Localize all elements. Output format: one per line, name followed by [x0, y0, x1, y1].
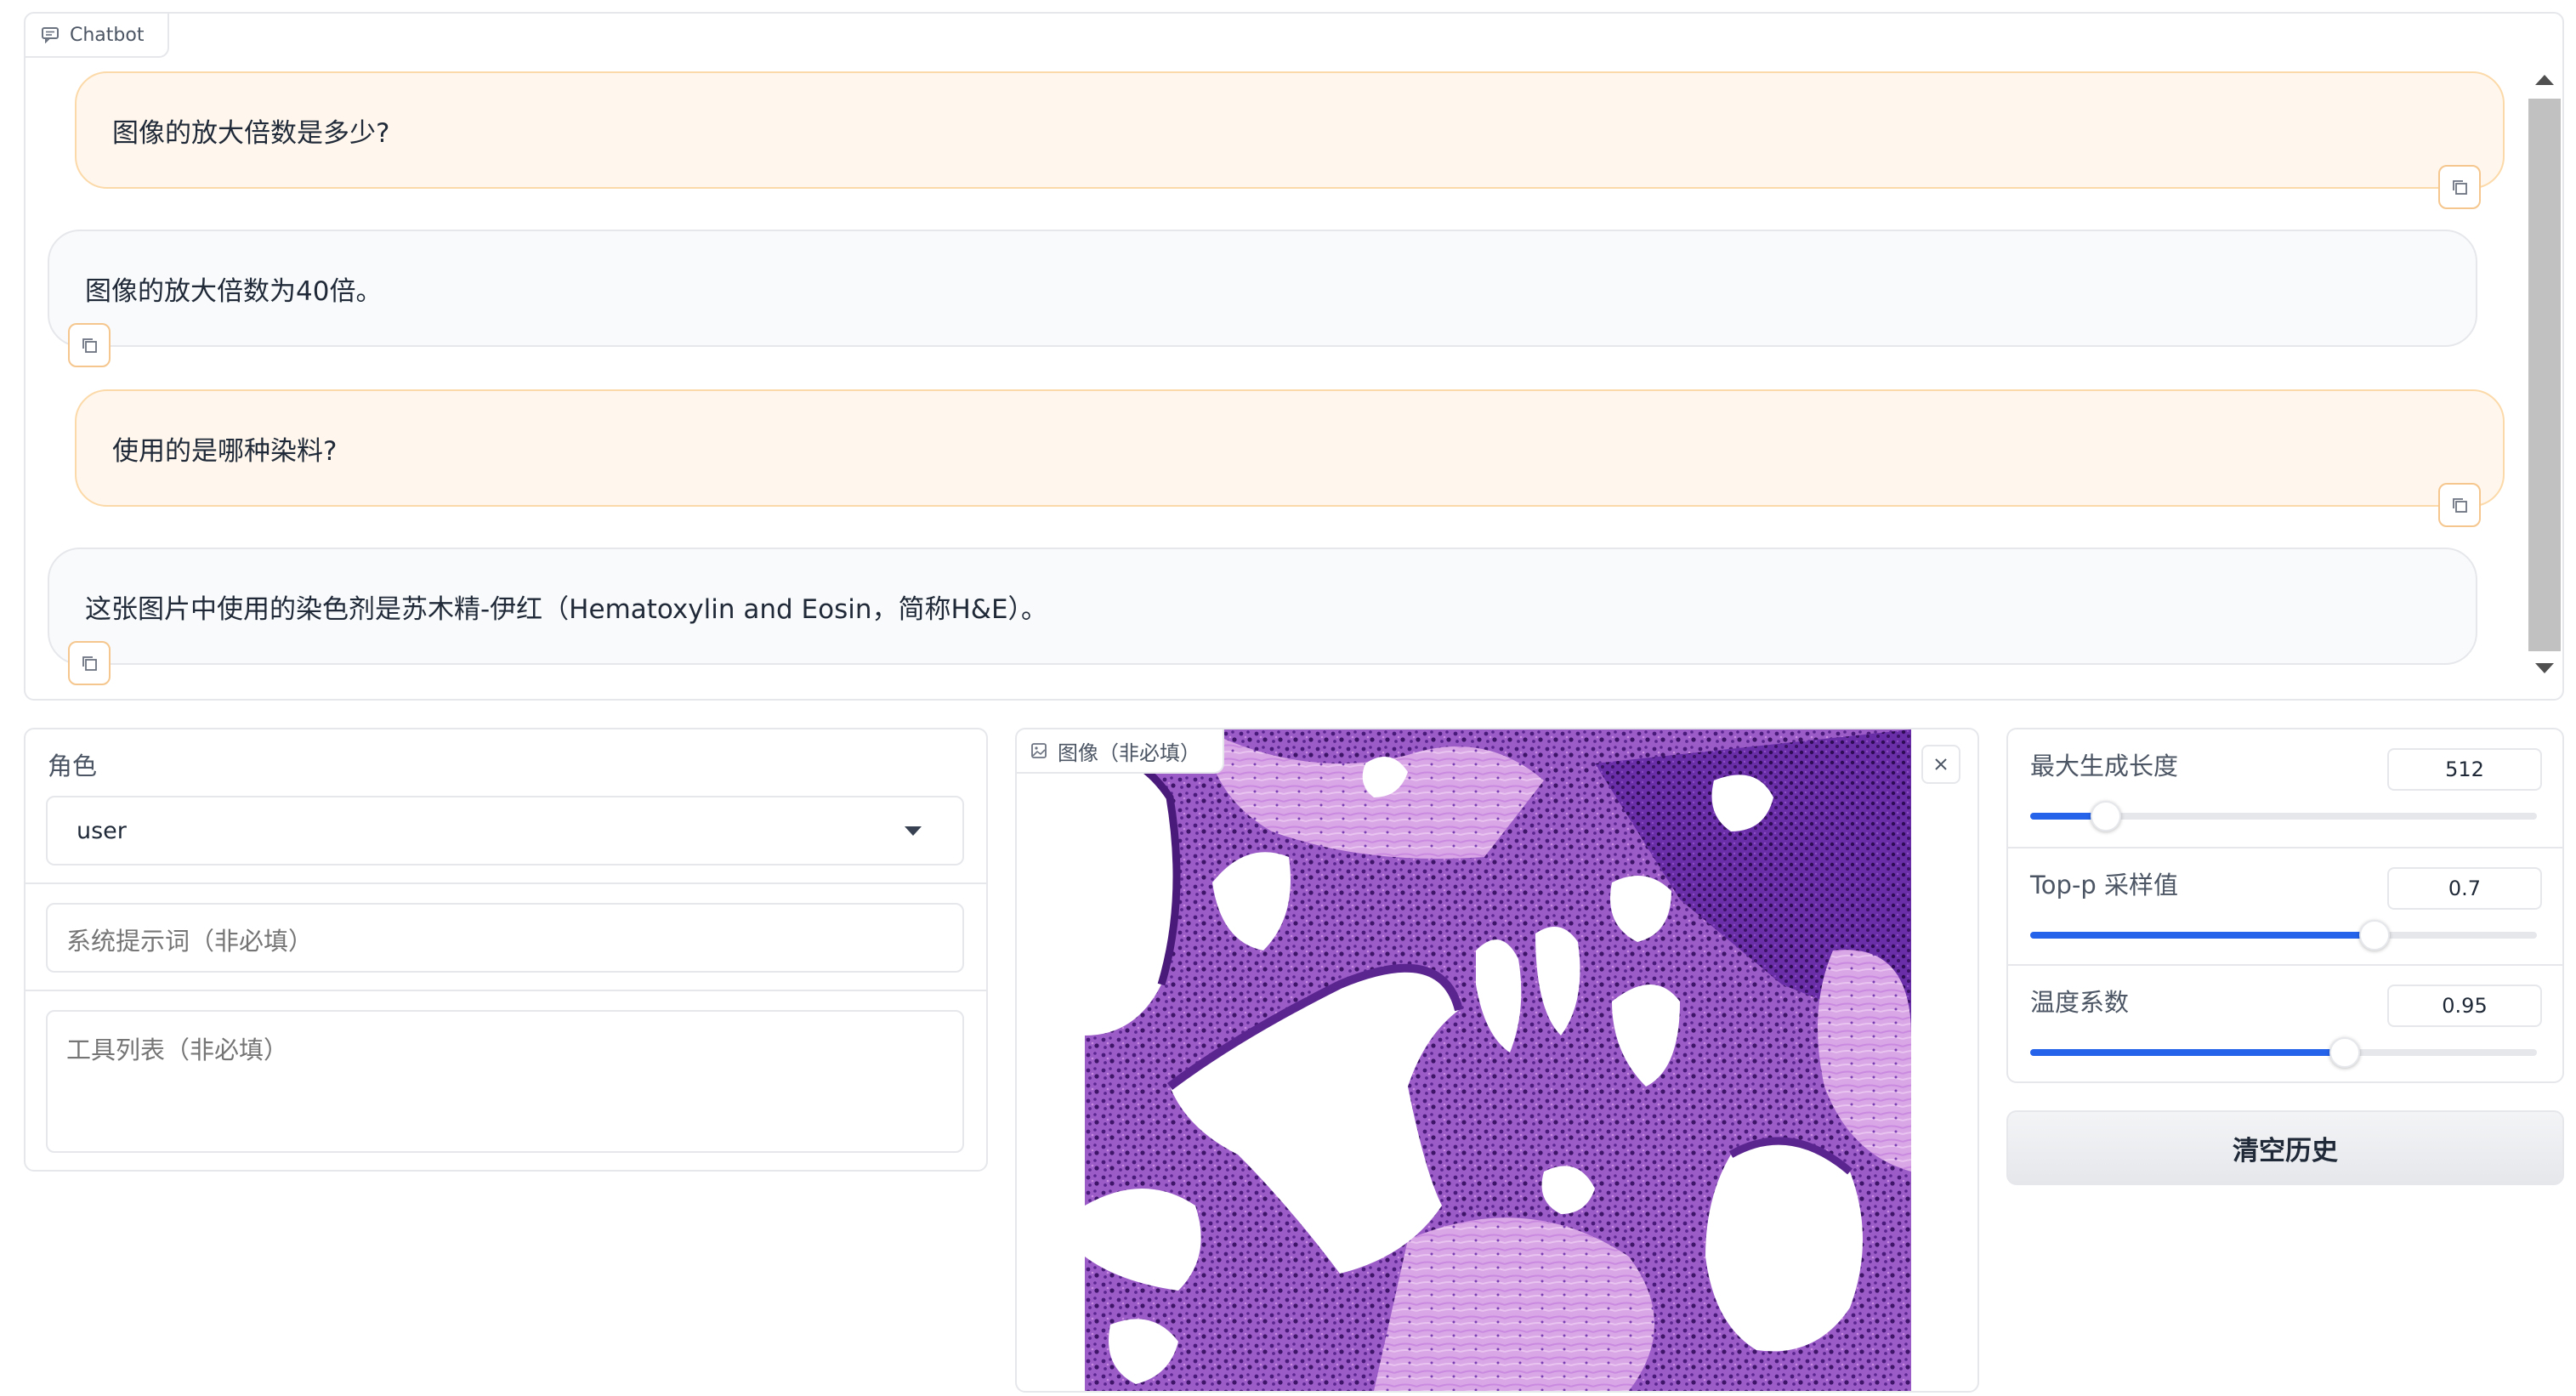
top-p-setting: Top-p 采样值 0.7: [2008, 848, 2562, 966]
top-p-slider[interactable]: [2030, 920, 2537, 951]
clear-image-button[interactable]: [1921, 745, 1960, 784]
top-p-label: Top-p 采样值: [2030, 871, 2179, 899]
max-length-slider[interactable]: [2030, 801, 2537, 831]
max-length-setting: 最大生成长度 512: [2008, 729, 2562, 847]
chat-bubble-icon: [42, 27, 59, 43]
temperature-slider[interactable]: [2030, 1037, 2537, 1068]
divider: [26, 882, 986, 884]
temperature-setting: 温度系数 0.95: [2008, 966, 2562, 1083]
assistant-message: 这张图片中使用的染色剂是苏木精-伊红（Hematoxylin and Eosin…: [48, 548, 2477, 665]
copy-button[interactable]: [2438, 483, 2481, 527]
scroll-up-icon[interactable]: [2535, 75, 2554, 85]
generation-settings-panel: 最大生成长度 512 Top-p 采样值 0.7 温度系数 0.95: [2006, 728, 2564, 1083]
copy-button[interactable]: [68, 641, 111, 685]
close-icon: [1935, 758, 1947, 770]
chatbot-panel: Chatbot 图像的放大倍数是多少? 图像的放大倍数为40倍。 使用的是哪种染…: [24, 12, 2564, 701]
assistant-message: 图像的放大倍数为40倍。: [48, 230, 2477, 347]
image-icon: [1031, 743, 1047, 758]
slider-thumb[interactable]: [2359, 920, 2391, 951]
slider-fill: [2030, 1049, 2345, 1056]
temperature-input[interactable]: 0.95: [2387, 985, 2542, 1027]
copy-icon: [82, 338, 97, 353]
system-prompt-input[interactable]: [46, 903, 964, 973]
chatbot-label-text: Chatbot: [70, 24, 145, 46]
temperature-label: 温度系数: [2030, 988, 2130, 1017]
slider-fill: [2030, 932, 2375, 939]
top-p-input[interactable]: 0.7: [2387, 867, 2542, 910]
chatbot-label: Chatbot: [26, 14, 170, 58]
histology-image: [1085, 729, 1911, 1391]
tools-list-input[interactable]: [46, 1010, 964, 1153]
copy-icon: [2453, 498, 2467, 513]
slider-thumb[interactable]: [2091, 801, 2122, 831]
copy-icon: [2453, 180, 2467, 195]
message-text: 图像的放大倍数是多少?: [112, 117, 390, 149]
user-message: 使用的是哪种染料?: [75, 389, 2505, 507]
scroll-down-icon[interactable]: [2535, 663, 2554, 673]
max-length-label: 最大生成长度: [2030, 752, 2179, 780]
role-dropdown[interactable]: user: [46, 796, 964, 865]
image-upload-panel[interactable]: 图像（非必填）: [1015, 728, 1979, 1393]
copy-button[interactable]: [2438, 165, 2481, 209]
user-message: 图像的放大倍数是多少?: [75, 71, 2505, 189]
message-text: 图像的放大倍数为40倍。: [85, 275, 383, 307]
image-label-text: 图像（非必填）: [1058, 741, 1200, 765]
max-length-input[interactable]: 512: [2387, 748, 2542, 791]
message-text: 使用的是哪种染料?: [112, 435, 338, 467]
chat-scrollbar[interactable]: [2528, 65, 2561, 673]
copy-icon: [82, 656, 97, 671]
message-text: 这张图片中使用的染色剂是苏木精-伊红（Hematoxylin and Eosin…: [85, 593, 1048, 625]
caret-down-icon: [905, 826, 922, 836]
clear-history-button[interactable]: 清空历史: [2006, 1110, 2564, 1185]
slider-thumb[interactable]: [2329, 1037, 2360, 1068]
input-controls-panel: 角色 user: [24, 728, 988, 1172]
scrollbar-thumb[interactable]: [2528, 99, 2561, 651]
divider: [26, 990, 986, 991]
image-label: 图像（非必填）: [1017, 729, 1224, 774]
copy-button[interactable]: [68, 323, 111, 367]
role-label: 角色: [48, 752, 98, 780]
role-value: user: [77, 817, 127, 844]
